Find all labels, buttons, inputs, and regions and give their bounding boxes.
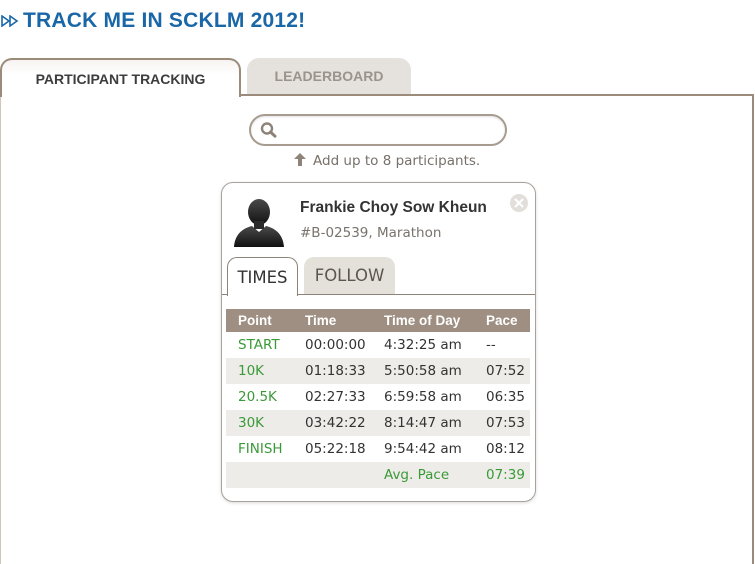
header-pace: Pace: [474, 309, 530, 332]
header-point: Point: [226, 309, 293, 332]
tab-participant-tracking[interactable]: PARTICIPANT TRACKING: [0, 58, 241, 97]
double-arrow-icon: [1, 15, 21, 27]
page-title: TRACK ME IN SCKLM 2012!: [23, 9, 306, 32]
pace-cell: 08:12: [486, 441, 525, 457]
time-cell: 01:18:33: [293, 358, 372, 384]
pace-cell: --: [486, 337, 496, 353]
time-of-day-cell: 5:50:58 am: [372, 358, 474, 384]
table-row: 10K 01:18:33 5:50:58 am 07:52: [226, 358, 530, 384]
time-of-day-cell: 4:32:25 am: [384, 337, 462, 353]
time-cell: 02:27:33: [305, 389, 366, 405]
tab-follow[interactable]: FOLLOW: [304, 257, 395, 294]
empty-cell: [293, 462, 372, 488]
point-cell: 30K: [226, 410, 293, 436]
time-cell: 03:42:22: [293, 410, 372, 436]
tab-times[interactable]: TIMES: [227, 257, 298, 296]
table-row: 20.5K 02:27:33 6:59:58 am 06:35: [226, 384, 530, 410]
hint-text: Add up to 8 participants.: [313, 153, 481, 169]
time-of-day-cell: 6:59:58 am: [384, 389, 462, 405]
table-row: FINISH 05:22:18 9:54:42 am 08:12: [226, 436, 530, 462]
pace-cell: 07:53: [474, 410, 530, 436]
search-input[interactable]: [283, 120, 498, 140]
table-header-row: Point Time Time of Day Pace: [226, 309, 530, 332]
pace-cell: 06:35: [486, 389, 525, 405]
participant-bib-event: #B-02539, Marathon: [300, 225, 442, 241]
close-icon[interactable]: [509, 193, 529, 217]
empty-cell: [226, 462, 293, 488]
header-time-of-day: Time of Day: [372, 309, 474, 332]
avg-pace-row: Avg. Pace 07:39: [226, 462, 530, 488]
point-cell: 20.5K: [238, 389, 277, 405]
table-row: START 00:00:00 4:32:25 am --: [226, 332, 530, 358]
avg-pace-value: 07:39: [474, 462, 530, 488]
search-icon: [260, 122, 278, 142]
avg-pace-label: Avg. Pace: [372, 462, 474, 488]
time-of-day-cell: 9:54:42 am: [384, 441, 462, 457]
time-cell: 00:00:00: [305, 337, 366, 353]
header-time: Time: [293, 309, 372, 332]
avatar-silhouette-icon: [234, 197, 284, 251]
times-table: Point Time Time of Day Pace START 00:00:…: [226, 309, 530, 488]
pace-cell: 07:52: [474, 358, 530, 384]
search-field[interactable]: [249, 114, 507, 146]
table-row: 30K 03:42:22 8:14:47 am 07:53: [226, 410, 530, 436]
up-arrow-icon: [294, 152, 306, 170]
time-of-day-cell: 8:14:47 am: [372, 410, 474, 436]
time-cell: 05:22:18: [305, 441, 366, 457]
point-cell: 10K: [226, 358, 293, 384]
participant-name: Frankie Choy Sow Kheun: [300, 199, 487, 216]
page-header: TRACK ME IN SCKLM 2012!: [0, 6, 305, 36]
tab-leaderboard[interactable]: LEADERBOARD: [247, 58, 411, 94]
participant-card: Frankie Choy Sow Kheun #B-02539, Maratho…: [221, 182, 536, 502]
add-participants-hint: Add up to 8 participants.: [294, 151, 480, 171]
point-cell: START: [238, 337, 280, 353]
point-cell: FINISH: [238, 441, 283, 457]
